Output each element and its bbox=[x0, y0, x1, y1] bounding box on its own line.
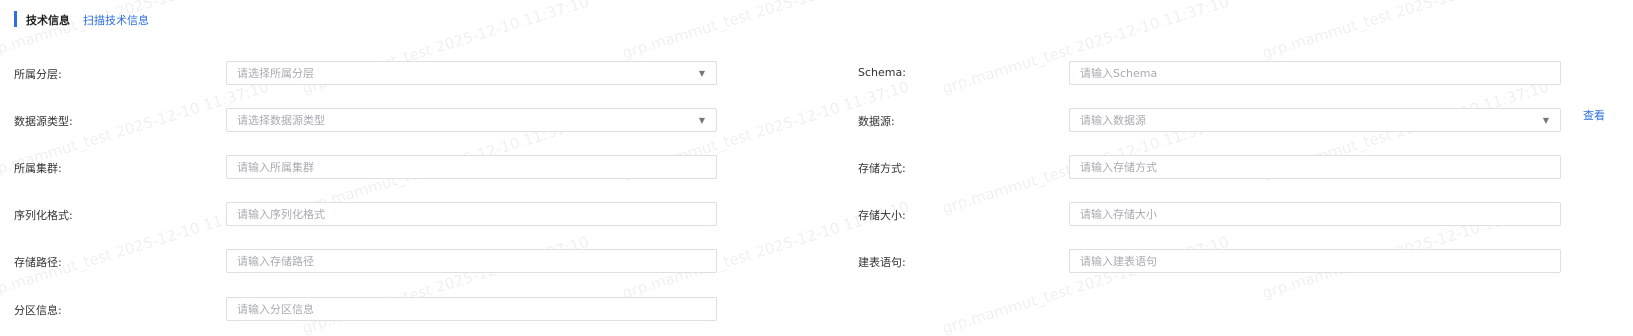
schema-input[interactable]: 请输入Schema bbox=[1069, 61, 1561, 85]
cluster-label: 所属集群: bbox=[14, 162, 62, 175]
layer-select[interactable]: 请选择所属分层 ▼ bbox=[226, 61, 717, 85]
datasource-type-select[interactable]: 请选择数据源类型 ▼ bbox=[226, 108, 717, 132]
storage-path-input[interactable]: 请输入存储路径 bbox=[226, 249, 717, 273]
layer-label: 所属分层: bbox=[14, 68, 62, 81]
storage-size-label: 存储大小: bbox=[858, 209, 906, 222]
storage-size-placeholder: 请输入存储大小 bbox=[1080, 208, 1157, 221]
storage-path-label: 存储路径: bbox=[14, 256, 62, 269]
layer-placeholder: 请选择所属分层 bbox=[237, 67, 314, 80]
datasource-label: 数据源: bbox=[858, 115, 895, 128]
watermark-text: grp.mammut_test 2025-12-10 11:37:10 bbox=[1260, 0, 1551, 63]
scan-tech-info-link[interactable]: 扫描技术信息 bbox=[83, 12, 149, 28]
serialization-format-placeholder: 请输入序列化格式 bbox=[237, 208, 325, 221]
schema-label: Schema: bbox=[858, 66, 906, 79]
view-datasource-link[interactable]: 查看 bbox=[1583, 107, 1605, 123]
datasource-placeholder: 请输入数据源 bbox=[1080, 114, 1146, 127]
partition-info-label: 分区信息: bbox=[14, 304, 62, 317]
datasource-select[interactable]: 请输入数据源 ▼ bbox=[1069, 108, 1561, 132]
create-table-statement-placeholder: 请输入建表语句 bbox=[1080, 255, 1157, 268]
schema-placeholder: 请输入Schema bbox=[1080, 67, 1158, 80]
create-table-statement-input[interactable]: 请输入建表语句 bbox=[1069, 249, 1561, 273]
serialization-format-input[interactable]: 请输入序列化格式 bbox=[226, 202, 717, 226]
datasource-type-label: 数据源类型: bbox=[14, 115, 73, 128]
storage-method-label: 存储方式: bbox=[858, 162, 906, 175]
watermark-text: grp.mammut_test 2025-12-10 11:37:10 bbox=[0, 0, 271, 63]
cluster-input[interactable]: 请输入所属集群 bbox=[226, 155, 717, 179]
watermark-text: grp.mammut_test 2025-12-10 11:37:10 bbox=[620, 0, 911, 63]
datasource-type-placeholder: 请选择数据源类型 bbox=[237, 114, 325, 127]
create-table-statement-label: 建表语句: bbox=[858, 256, 906, 269]
partition-info-input[interactable]: 请输入分区信息 bbox=[226, 297, 717, 321]
storage-path-placeholder: 请输入存储路径 bbox=[237, 255, 314, 268]
storage-method-placeholder: 请输入存储方式 bbox=[1080, 161, 1157, 174]
serialization-format-label: 序列化格式: bbox=[14, 209, 73, 222]
section-title: 技术信息 bbox=[26, 14, 70, 27]
caret-down-icon: ▼ bbox=[1542, 116, 1549, 125]
caret-down-icon: ▼ bbox=[698, 69, 705, 78]
caret-down-icon: ▼ bbox=[698, 116, 705, 125]
cluster-placeholder: 请输入所属集群 bbox=[237, 161, 314, 174]
storage-size-input[interactable]: 请输入存储大小 bbox=[1069, 202, 1561, 226]
storage-method-input[interactable]: 请输入存储方式 bbox=[1069, 155, 1561, 179]
partition-info-placeholder: 请输入分区信息 bbox=[237, 303, 314, 316]
section-accent-bar bbox=[14, 11, 17, 27]
